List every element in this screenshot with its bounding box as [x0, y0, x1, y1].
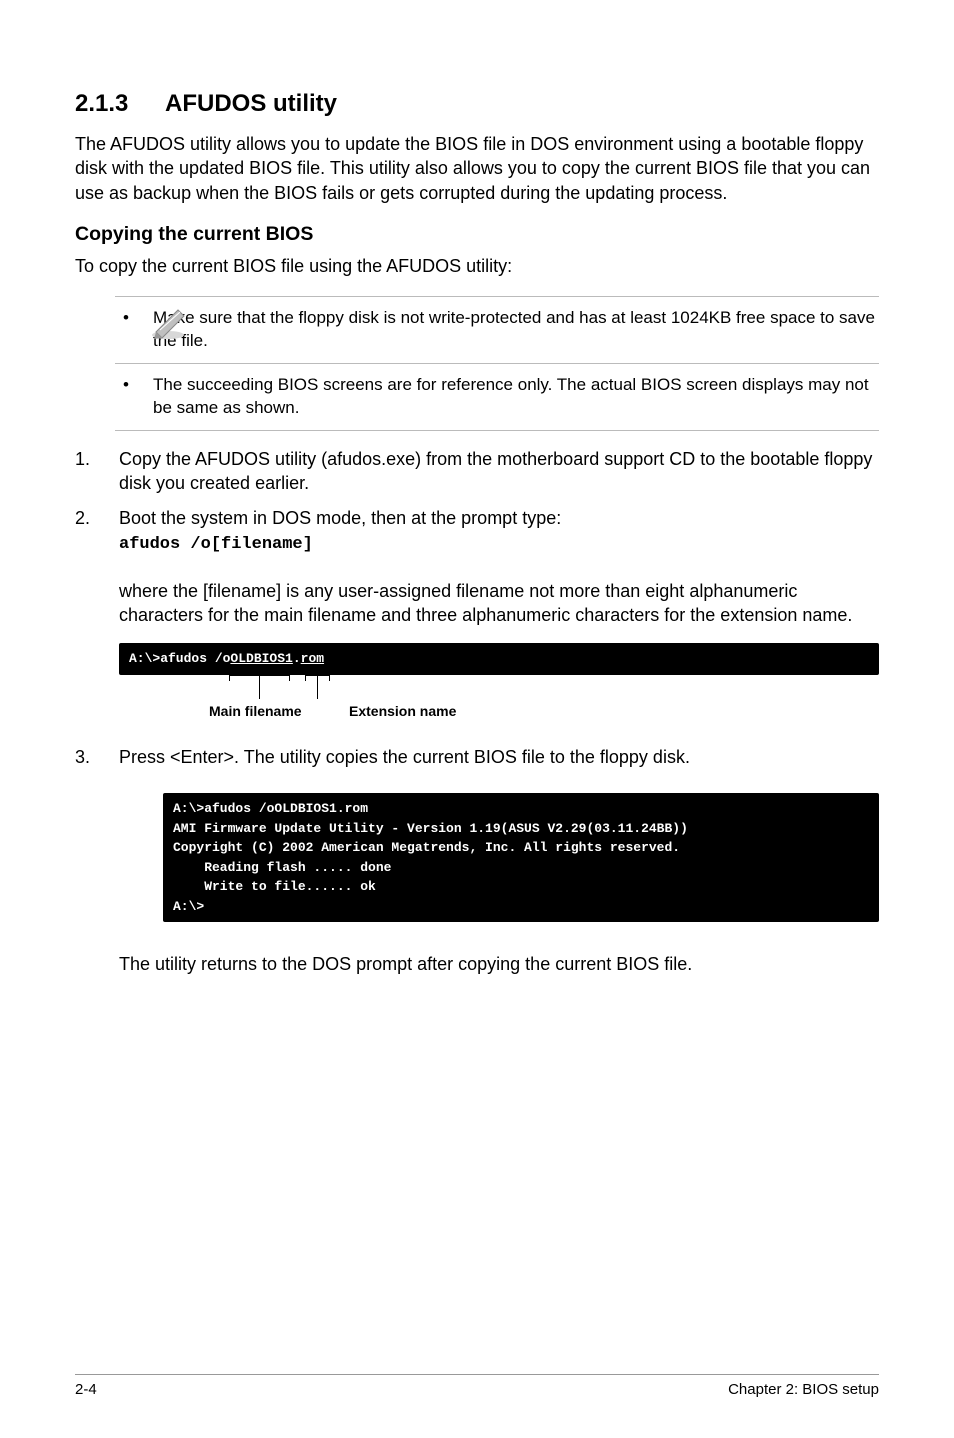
- page-footer: 2-4 Chapter 2: BIOS setup: [75, 1374, 879, 1398]
- terminal-line: A:\>: [173, 899, 204, 914]
- intro-paragraph: The AFUDOS utility allows you to update …: [75, 132, 879, 205]
- terminal-line: AMI Firmware Update Utility - Version 1.…: [173, 821, 688, 836]
- step-text: Boot the system in DOS mode, then at the…: [119, 508, 561, 528]
- terminal-filename-ext: rom: [301, 651, 324, 666]
- step-number: 1.: [75, 447, 119, 496]
- section-number: 2.1.3: [75, 90, 165, 118]
- terminal-filename-main: OLDBIOS1: [230, 651, 292, 666]
- terminal-line: Copyright (C) 2002 American Megatrends, …: [173, 840, 680, 855]
- filename-labels: Main filename Extension name: [119, 683, 879, 723]
- note-pen-icon: [150, 302, 190, 340]
- divider: [115, 296, 879, 297]
- terminal-line: Write to file...... ok: [173, 879, 376, 894]
- section-heading: 2.1.3AFUDOS utility: [75, 90, 879, 118]
- step-text: Copy the AFUDOS utility (afudos.exe) fro…: [119, 447, 879, 496]
- terminal-line: A:\>afudos /oOLDBIOS1.rom: [173, 801, 368, 816]
- bullet-icon: •: [123, 307, 153, 353]
- terminal-block-1: A:\>afudos /oOLDBIOS1.rom: [119, 643, 879, 675]
- section-title-text: AFUDOS utility: [165, 90, 337, 117]
- subsection-heading: Copying the current BIOS: [75, 223, 879, 246]
- divider: [115, 363, 879, 364]
- step-number: 3.: [75, 745, 119, 769]
- label-extension-name: Extension name: [349, 703, 456, 719]
- step-number: 2.: [75, 506, 119, 569]
- note-text: The succeeding BIOS screens are for refe…: [153, 374, 879, 420]
- terminal-line: Reading flash ..... done: [173, 860, 391, 875]
- step-1: 1. Copy the AFUDOS utility (afudos.exe) …: [75, 447, 879, 496]
- step-3: 3. Press <Enter>. The utility copies the…: [75, 745, 879, 769]
- step-2: 2. Boot the system in DOS mode, then at …: [75, 506, 879, 569]
- chapter-label: Chapter 2: BIOS setup: [728, 1381, 879, 1398]
- bullet-icon: •: [123, 374, 153, 420]
- note-item: • The succeeding BIOS screens are for re…: [123, 374, 879, 420]
- command-code: afudos /o[filename]: [119, 534, 879, 557]
- note-text: Make sure that the floppy disk is not wr…: [153, 307, 879, 353]
- terminal-dot: .: [293, 651, 301, 666]
- label-main-filename: Main filename: [209, 703, 302, 719]
- divider: [115, 430, 879, 431]
- terminal-block-2: A:\>afudos /oOLDBIOS1.rom AMI Firmware U…: [163, 793, 879, 922]
- closing-paragraph: The utility returns to the DOS prompt af…: [119, 952, 879, 976]
- page-number: 2-4: [75, 1381, 97, 1398]
- step-2-explanation: where the [filename] is any user-assigne…: [119, 579, 879, 628]
- note-item: • Make sure that the floppy disk is not …: [123, 307, 879, 353]
- subsection-intro: To copy the current BIOS file using the …: [75, 254, 879, 278]
- terminal-prefix: A:\>afudos /o: [129, 651, 230, 666]
- step-text: Press <Enter>. The utility copies the cu…: [119, 745, 879, 769]
